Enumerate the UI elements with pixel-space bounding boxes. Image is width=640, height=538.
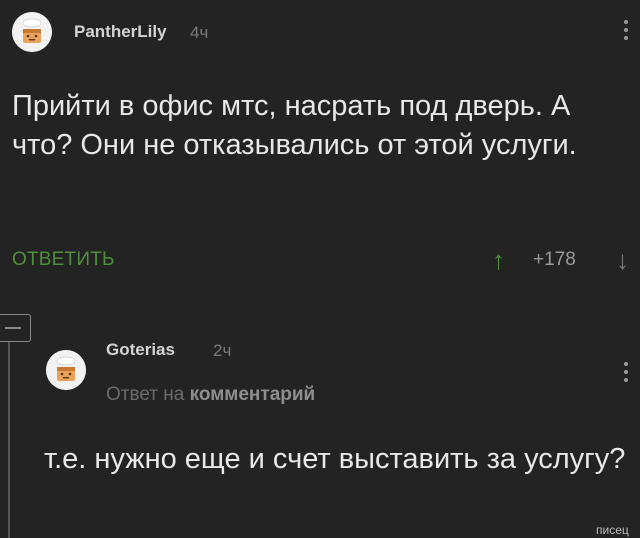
comment-rating: +178 xyxy=(533,249,576,270)
reply-comment: Goterias 2ч Ответ на комментарий т.е. ну… xyxy=(0,300,640,538)
reply-button[interactable]: ОТВЕТИТЬ xyxy=(12,249,115,271)
reply-text: т.е. нужно еще и счет выставить за услуг… xyxy=(44,443,626,475)
reply-author[interactable]: Goterias xyxy=(106,340,175,360)
arrow-up-icon[interactable]: ↑ xyxy=(492,245,505,276)
reply-time: 2ч xyxy=(213,341,232,360)
comment-text: Прийти в офис мтс, насрать под дверь. А … xyxy=(12,90,577,161)
watermark: писец xyxy=(596,523,629,537)
arrow-down-icon[interactable]: ↓ xyxy=(616,245,629,276)
reply-to-prefix: Ответ на xyxy=(106,384,185,405)
cake-avatar-icon[interactable] xyxy=(12,12,52,52)
cake-avatar-icon[interactable] xyxy=(46,350,86,390)
more-vertical-icon[interactable] xyxy=(624,362,628,382)
reply-to-line: Ответ на комментарий xyxy=(106,384,315,406)
more-vertical-icon[interactable] xyxy=(624,20,628,40)
reply-to-link[interactable]: комментарий xyxy=(190,384,316,405)
comment-time: 4ч xyxy=(190,23,209,42)
comment-author[interactable]: PantherLily xyxy=(74,22,167,42)
comment: PantherLily 4ч Прийти в офис мтс, насрат… xyxy=(0,0,640,300)
